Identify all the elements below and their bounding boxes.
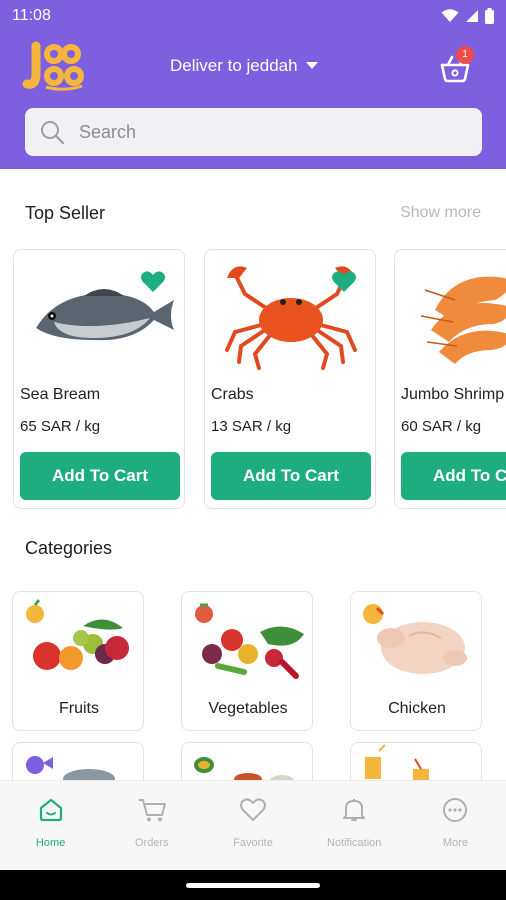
bottom-navigation: Home Orders Favorite Notification More [0, 780, 506, 870]
nav-label: Favorite [233, 837, 273, 849]
chicken-image [363, 604, 467, 674]
status-icons [441, 8, 494, 24]
status-time: 11:08 [12, 7, 51, 24]
product-name: Sea Bream [20, 386, 101, 403]
nav-item-favorite[interactable]: Favorite [202, 781, 303, 870]
search-bar[interactable] [25, 108, 482, 156]
product-price: 13 SAR / kg [211, 418, 292, 435]
more-icon [443, 798, 468, 822]
add-to-cart-button[interactable]: Add To Cart [211, 452, 371, 500]
fruits-image [26, 599, 129, 670]
nav-item-more[interactable]: More [405, 781, 506, 870]
product-price: 60 SAR / kg [401, 418, 482, 435]
home-gesture-bar[interactable] [186, 883, 320, 888]
category-label: Fruits [59, 700, 99, 717]
vegetables-image [195, 603, 304, 679]
product-name: Jumbo Shrimp [401, 386, 505, 403]
product-price: 65 SAR / kg [20, 418, 101, 435]
nav-item-notification[interactable]: Notification [304, 781, 405, 870]
category-card-chicken[interactable]: Chicken [350, 591, 482, 731]
product-card[interactable]: Jumbo Shrimp 60 SAR / kg Add To Cart [394, 249, 506, 509]
add-to-cart-button[interactable]: Add To Cart [401, 452, 506, 500]
favorite-heart-icon[interactable] [331, 270, 357, 294]
app-screen: 11:08 Deliver to jeddah 1 Search Top Sel… [0, 0, 506, 900]
product-name: Crabs [211, 386, 254, 403]
category-card-vegetables[interactable]: Vegetables [181, 591, 313, 731]
nav-label: Notification [327, 837, 382, 849]
cart-count-badge: 1 [456, 46, 474, 64]
add-to-cart-button[interactable]: Add To Cart [20, 452, 180, 500]
cart-icon [138, 799, 166, 822]
heart-icon [240, 798, 266, 821]
nav-label: Orders [134, 837, 169, 849]
system-navigation-bar [0, 870, 506, 900]
nav-item-home[interactable]: Home [0, 781, 101, 870]
nav-label: Home [35, 837, 66, 849]
product-card[interactable]: Sea Bream 65 SAR / kg Add To Cart [13, 249, 185, 509]
wifi-icon [441, 9, 459, 22]
nav-label: More [442, 837, 468, 849]
deliver-location-selector[interactable]: Deliver to jeddah [170, 56, 318, 76]
search-icon [41, 121, 65, 145]
show-more-link[interactable]: Show more [400, 204, 481, 222]
caret-down-icon [305, 62, 318, 69]
search-input[interactable] [79, 121, 439, 143]
battery-icon [485, 8, 494, 24]
bell-icon [343, 799, 366, 821]
deliver-label: Deliver to jeddah [170, 56, 298, 75]
home-icon [39, 798, 62, 822]
top-seller-title: Top Seller [25, 203, 106, 223]
category-card-fruits[interactable]: Fruits [12, 591, 144, 731]
brand-logo [22, 41, 84, 91]
status-bar: 11:08 [0, 0, 506, 32]
categories-title: Categories [25, 538, 113, 558]
shrimp-image [420, 276, 506, 364]
category-label: Vegetables [208, 700, 288, 717]
nav-item-orders[interactable]: Orders [101, 781, 202, 870]
favorite-heart-icon[interactable] [140, 270, 166, 294]
signal-icon [466, 10, 478, 22]
app-header: Deliver to jeddah 1 [0, 32, 506, 169]
product-card[interactable]: Crabs 13 SAR / kg Add To Cart [204, 249, 376, 509]
category-label: Chicken [388, 700, 446, 717]
